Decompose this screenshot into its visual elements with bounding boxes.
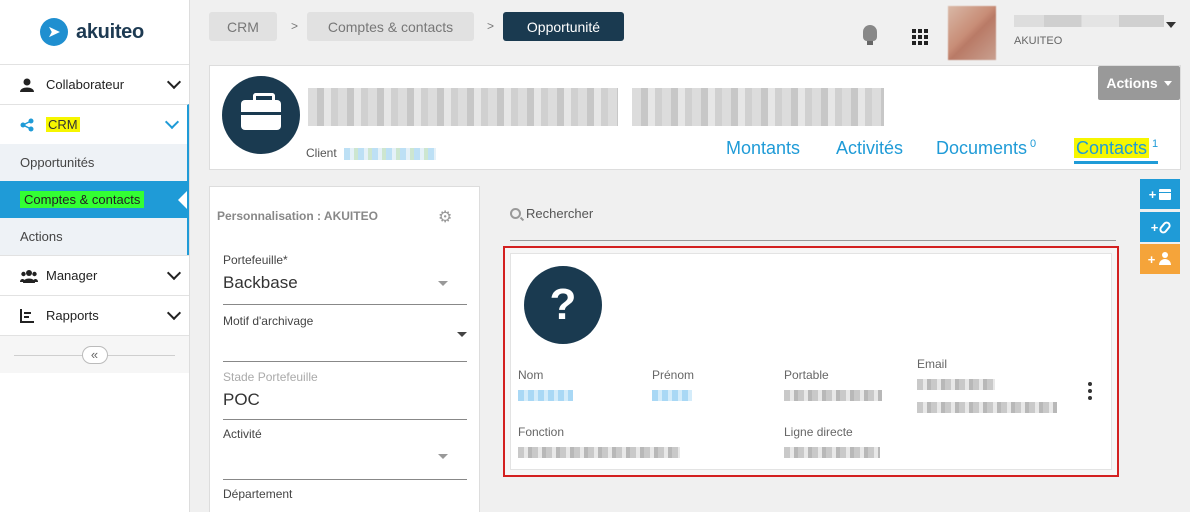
value-email-redacted	[917, 379, 995, 390]
tab-count: 1	[1152, 138, 1159, 150]
breadcrumb-opportunite[interactable]: Opportunité	[503, 12, 624, 41]
tab-count: 0	[1030, 138, 1037, 150]
paperclip-icon	[1158, 219, 1173, 235]
caret-down-icon	[1163, 80, 1172, 86]
sidebar-item-crm[interactable]: CRM	[0, 104, 189, 144]
lightbulb-icon[interactable]	[863, 25, 877, 45]
user-name-redacted	[1014, 15, 1164, 27]
label-email: Email	[917, 357, 948, 371]
user-icon	[20, 78, 40, 92]
user-icon	[1158, 252, 1172, 266]
apps-grid-icon[interactable]	[912, 29, 928, 45]
collapse-sidebar-button[interactable]: «	[81, 345, 108, 364]
label-fonction: Fonction	[518, 425, 565, 439]
sidebar-item-rapports[interactable]: Rapports	[0, 295, 189, 335]
field-underline	[223, 419, 467, 420]
dropdown-caret-icon[interactable]	[457, 332, 467, 337]
contact-card-inner: ? Nom Prénom Portable Email Fonction Lig…	[510, 253, 1112, 470]
more-options-icon[interactable]	[1088, 382, 1092, 400]
value-fonction-redacted	[518, 447, 680, 458]
personalization-panel: Personnalisation : AKUITEO ⚙ Portefeuill…	[209, 186, 480, 512]
breadcrumb-comptes-contacts[interactable]: Comptes & contacts	[307, 12, 474, 41]
submenu-item-comptes-contacts[interactable]: Comptes & contacts	[0, 181, 187, 218]
share-icon	[20, 118, 40, 132]
value-ligne-directe-redacted	[784, 447, 880, 458]
opportunity-title-redacted	[308, 88, 618, 126]
client-label: Client	[306, 146, 337, 160]
breadcrumb-separator: >	[487, 19, 495, 33]
value-nom-redacted	[518, 390, 573, 401]
label-ligne-directe: Ligne directe	[784, 425, 853, 439]
actions-button-label: Actions	[1106, 75, 1158, 91]
dropdown-caret-icon[interactable]	[438, 454, 448, 459]
field-label-activite: Activité	[223, 427, 262, 441]
field-label-stade-portefeuille: Stade Portefeuille	[223, 370, 318, 384]
sidebar-collapse-row: «	[0, 335, 189, 373]
client-value-redacted[interactable]	[344, 148, 436, 160]
chevron-down-icon	[166, 305, 182, 321]
field-value-portefeuille[interactable]: Backbase	[223, 273, 298, 293]
add-contact-button[interactable]: +	[1140, 244, 1180, 274]
logo-text: akuiteo	[76, 20, 144, 43]
sidebar-item-collaborateur[interactable]: Collaborateur	[0, 64, 189, 104]
field-underline	[223, 361, 467, 362]
field-underline	[223, 479, 467, 480]
avatar[interactable]	[948, 6, 996, 60]
field-underline	[223, 304, 467, 305]
tab-montants[interactable]: Montants	[726, 138, 800, 159]
tab-documents[interactable]: Documents 0	[936, 138, 1036, 159]
chevron-down-icon	[166, 74, 182, 90]
opportunity-header: Client Actions Montants Activités Docume…	[209, 65, 1181, 170]
sidebar-item-label: CRM	[46, 117, 80, 132]
crm-submenu: Opportunités Comptes & contacts Actions	[0, 144, 189, 255]
sidebar: ➤ akuiteo Collaborateur CRM Opportunités…	[0, 0, 190, 512]
value-portable-redacted	[784, 390, 882, 401]
breadcrumb-separator: >	[291, 19, 299, 33]
group-icon	[20, 269, 40, 283]
sidebar-item-label: Manager	[46, 268, 98, 283]
value-prenom-redacted	[652, 390, 692, 401]
submenu-item-actions[interactable]: Actions	[0, 218, 187, 255]
report-icon	[20, 308, 40, 323]
add-event-button[interactable]: +	[1140, 179, 1180, 209]
user-company: AKUITEO	[1014, 35, 1063, 47]
sidebar-item-label: Rapports	[46, 308, 99, 323]
top-bar: CRM > Comptes & contacts > Opportunité A…	[190, 0, 1190, 60]
logo[interactable]: ➤ akuiteo	[0, 0, 189, 64]
tab-contacts[interactable]: Contacts 1	[1074, 138, 1159, 164]
breadcrumb-crm[interactable]: CRM	[209, 12, 277, 41]
field-value-stade-portefeuille: POC	[223, 390, 260, 409]
search-input[interactable]: Rechercher	[510, 206, 593, 221]
search-icon	[510, 208, 521, 219]
add-attachment-button[interactable]: +	[1140, 212, 1180, 242]
chevron-down-icon	[166, 265, 182, 281]
unknown-avatar-icon: ?	[524, 266, 602, 344]
dropdown-caret-icon[interactable]	[438, 281, 448, 286]
submenu-item-opportunites[interactable]: Opportunités	[0, 144, 187, 181]
panel-title: Personnalisation : AKUITEO	[217, 209, 378, 223]
field-label-motif-archivage: Motif d'archivage	[223, 314, 314, 328]
label-portable: Portable	[784, 368, 829, 382]
submenu-item-label: Comptes & contacts	[20, 191, 145, 208]
search-underline	[510, 240, 1116, 241]
akuiteo-logo-icon: ➤	[40, 18, 68, 46]
actions-button[interactable]: Actions	[1098, 66, 1180, 100]
value-email-redacted	[917, 402, 1057, 413]
gear-icon[interactable]: ⚙	[438, 207, 452, 227]
opportunity-title-redacted	[632, 88, 884, 126]
briefcase-icon	[222, 76, 300, 154]
search-placeholder: Rechercher	[526, 206, 594, 221]
chevron-down-icon	[164, 114, 180, 130]
sidebar-item-label: Collaborateur	[46, 77, 125, 92]
field-label-portefeuille: Portefeuille*	[223, 253, 288, 267]
field-label-departement: Département	[223, 487, 293, 501]
contact-card[interactable]: ? Nom Prénom Portable Email Fonction Lig…	[503, 246, 1119, 477]
label-nom: Nom	[518, 368, 544, 382]
tab-activites[interactable]: Activités	[836, 138, 903, 159]
calendar-icon	[1159, 188, 1172, 200]
user-menu-caret-icon[interactable]	[1166, 22, 1176, 28]
sidebar-item-manager[interactable]: Manager	[0, 255, 189, 295]
label-prenom: Prénom	[652, 368, 695, 382]
